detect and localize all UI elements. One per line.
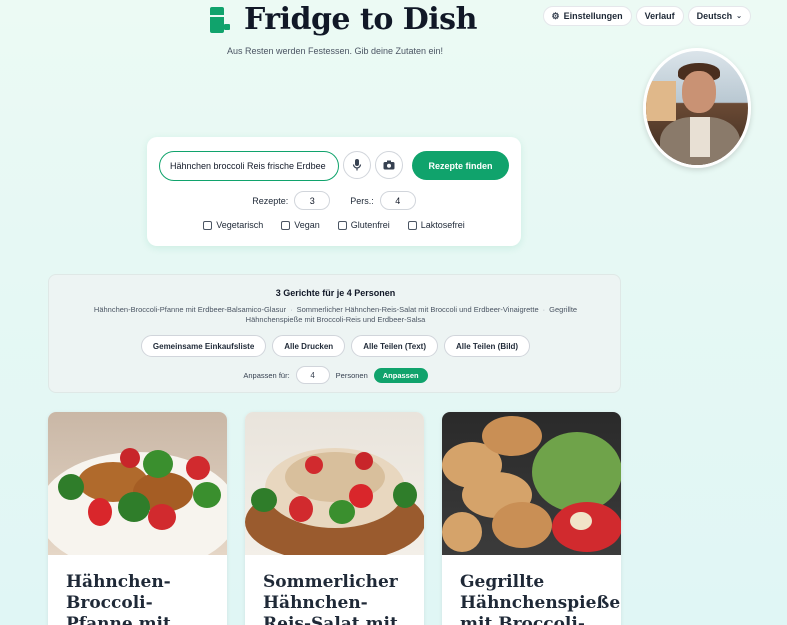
summary-title: 3 Gerichte für je 4 Personen <box>275 288 396 298</box>
summary-actions: Gemeinsame Einkaufsliste Alle Drucken Al… <box>49 335 622 357</box>
dish-name: Hähnchen-Broccoli-Pfanne mit Erdbeer-Bal… <box>93 305 287 314</box>
adjust-label: Anpassen für: <box>243 370 290 380</box>
fridge-icon <box>210 6 230 33</box>
share-text-button[interactable]: Alle Teilen (Text) <box>351 335 439 357</box>
print-all-button[interactable]: Alle Drucken <box>272 335 346 357</box>
diet-vegetarian[interactable]: Vegetarisch <box>203 220 263 230</box>
page-title: Fridge to Dish <box>244 2 477 37</box>
gear-icon: ⚙ <box>551 10 560 21</box>
adjust-persons-input[interactable]: 4 <box>295 366 330 384</box>
history-label: Verlauf <box>644 11 675 21</box>
language-select[interactable]: Deutsch ⌄ <box>687 6 751 26</box>
persons-input[interactable]: 4 <box>379 191 416 210</box>
adjust-servings: Anpassen für: 4 Personen Anpassen <box>49 366 622 384</box>
history-button[interactable]: Verlauf <box>635 6 684 26</box>
meal-plan-summary: 3 Gerichte für je 4 Personen Hähnchen-Br… <box>48 274 621 393</box>
recipe-title: Gegrillte Hähnchenspieße mit Broccoli-Re… <box>460 572 621 625</box>
recipes-count-input[interactable]: 3 <box>294 191 331 210</box>
chevron-down-icon: ⌄ <box>736 13 742 20</box>
recipes-count-label: Rezepte: <box>252 195 289 206</box>
diet-vegan[interactable]: Vegan <box>281 220 320 230</box>
diet-filters: Vegetarisch Vegan Glutenfrei Laktosefrei <box>147 220 521 230</box>
share-image-button[interactable]: Alle Teilen (Bild) <box>444 335 531 357</box>
voice-input-button[interactable] <box>343 151 371 179</box>
page-subtitle: Aus Resten werden Festessen. Gib deine Z… <box>226 46 444 56</box>
brand: Fridge to Dish <box>210 2 477 37</box>
dish-name: Sommerlicher Hähnchen-Reis-Salat mit Bro… <box>296 305 539 314</box>
recipe-title: Sommerlicher Hähnchen-Reis-Salat mit Bro… <box>263 572 398 625</box>
recipe-card[interactable]: Sommerlicher Hähnchen-Reis-Salat mit Bro… <box>245 412 424 625</box>
checkbox[interactable] <box>203 220 213 230</box>
recipe-image <box>245 412 424 555</box>
camera-button[interactable] <box>375 151 403 179</box>
diet-glutenfree[interactable]: Glutenfrei <box>337 220 390 230</box>
microphone-icon <box>352 159 362 171</box>
recipe-image <box>442 412 621 555</box>
recipe-card[interactable]: Gegrillte Hähnchenspieße mit Broccoli-Re… <box>442 412 621 625</box>
language-label: Deutsch <box>696 11 733 21</box>
search-card: Rezepte finden Rezepte: 3 Pers.: 4 Veget… <box>147 137 521 246</box>
shopping-list-button[interactable]: Gemeinsame Einkaufsliste <box>140 335 267 357</box>
adjust-button[interactable]: Anpassen <box>373 367 428 383</box>
ingredients-input[interactable] <box>159 151 339 181</box>
recipe-image <box>48 412 227 555</box>
recipe-options: Rezepte: 3 Pers.: 4 <box>147 191 521 210</box>
find-recipes-button[interactable]: Rezepte finden <box>412 151 509 180</box>
diet-lactosefree[interactable]: Laktosefrei <box>407 220 465 230</box>
settings-button[interactable]: ⚙ Einstellungen <box>542 6 632 26</box>
checkbox[interactable] <box>337 220 347 230</box>
recipe-card[interactable]: Hähnchen-Broccoli-Pfanne mit Erdbeer <box>48 412 227 625</box>
camera-icon <box>383 160 395 170</box>
settings-label: Einstellungen <box>563 11 623 21</box>
avatar <box>643 48 751 168</box>
top-nav: ⚙ Einstellungen Verlauf Deutsch ⌄ <box>542 6 751 26</box>
adjust-unit: Personen <box>335 370 368 380</box>
recipe-title: Hähnchen-Broccoli-Pfanne mit Erdbeer <box>66 572 171 625</box>
persons-label: Pers.: <box>350 195 374 206</box>
checkbox[interactable] <box>407 220 417 230</box>
dish-list: Hähnchen-Broccoli-Pfanne mit Erdbeer-Bal… <box>93 305 578 324</box>
checkbox[interactable] <box>281 220 291 230</box>
